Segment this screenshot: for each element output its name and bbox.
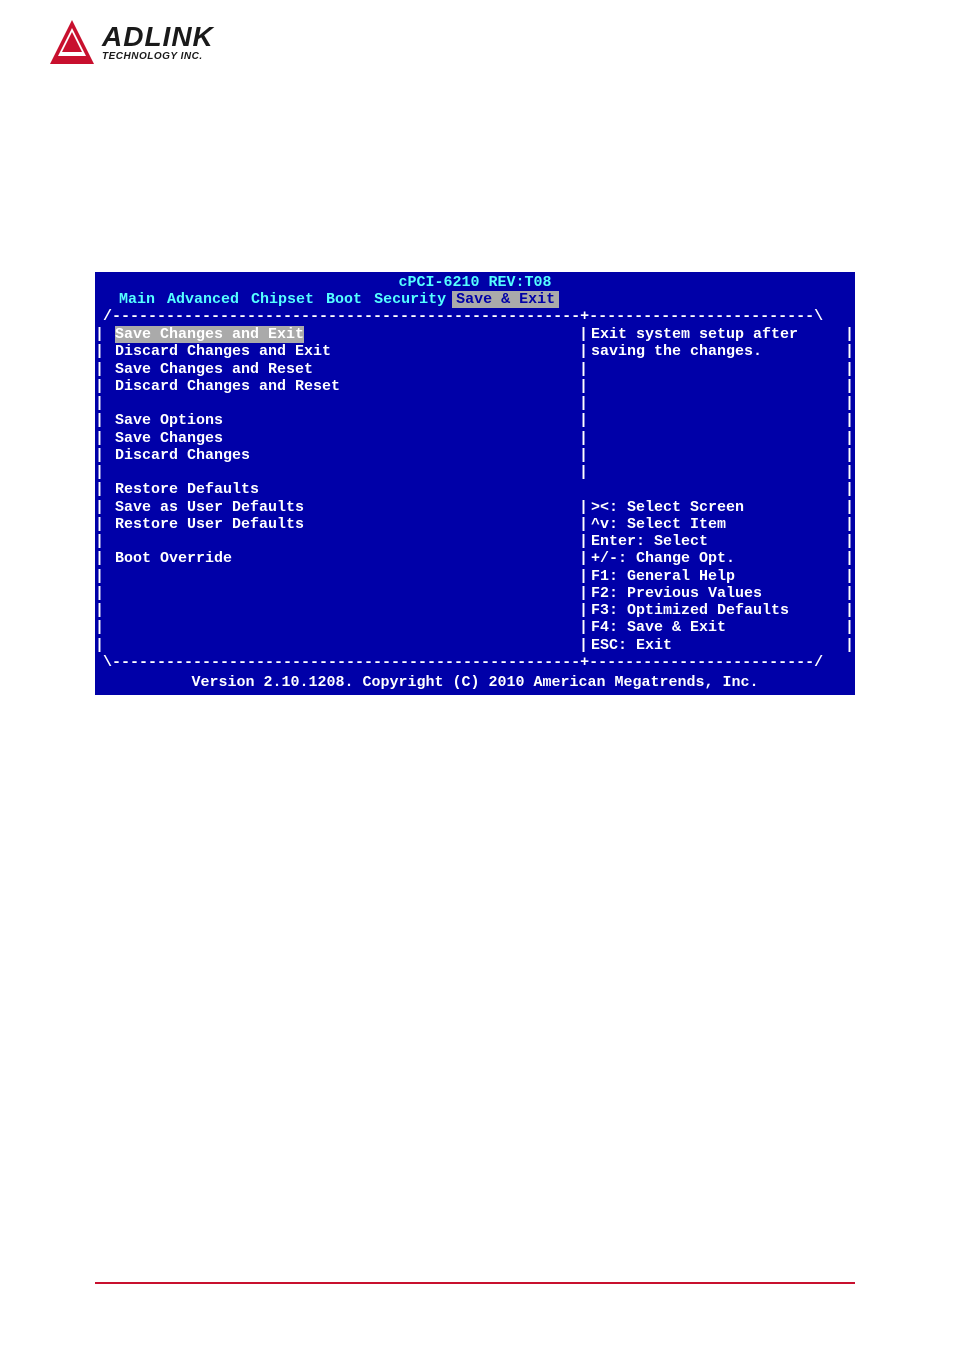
option-save-user-defaults[interactable]: Save as User Defaults	[115, 499, 304, 516]
bios-footer: Version 2.10.1208. Copyright (C) 2010 Am…	[95, 672, 855, 695]
option-discard-changes[interactable]: Discard Changes	[115, 447, 250, 464]
hint-general-help: F1: General Help	[591, 568, 735, 585]
adlink-logo: ADLINK TECHNOLOGY INC.	[50, 20, 214, 64]
option-save-changes[interactable]: Save Changes	[115, 430, 223, 447]
option-save-changes-reset[interactable]: Save Changes and Reset	[115, 361, 313, 378]
tab-save-exit[interactable]: Save & Exit	[452, 291, 559, 308]
hint-esc-exit: ESC: Exit	[591, 637, 672, 654]
tab-advanced[interactable]: Advanced	[161, 291, 245, 308]
hint-optimized-defaults: F3: Optimized Defaults	[591, 602, 789, 619]
help-line-2: saving the changes.	[591, 343, 762, 360]
page-footer-line	[95, 1282, 855, 1284]
option-discard-changes-reset[interactable]: Discard Changes and Reset	[115, 378, 340, 395]
hint-select-screen: ><: Select Screen	[591, 499, 744, 516]
logo-text: ADLINK TECHNOLOGY INC.	[102, 23, 214, 62]
tab-boot[interactable]: Boot	[320, 291, 368, 308]
logo-main-text: ADLINK	[102, 23, 214, 51]
hint-change-opt: +/-: Change Opt.	[591, 550, 735, 567]
option-discard-changes-exit[interactable]: Discard Changes and Exit	[115, 343, 331, 360]
hint-previous-values: F2: Previous Values	[591, 585, 762, 602]
bios-title: cPCI-6210 REV:T08	[95, 272, 855, 291]
hint-enter-select: Enter: Select	[591, 533, 708, 550]
logo-triangle-icon	[50, 20, 94, 64]
bottom-border: \---------------------------------------…	[95, 654, 855, 672]
tab-chipset[interactable]: Chipset	[245, 291, 320, 308]
option-restore-user-defaults[interactable]: Restore User Defaults	[115, 516, 304, 533]
tab-security[interactable]: Security	[368, 291, 452, 308]
option-restore-defaults[interactable]: Restore Defaults	[115, 481, 259, 498]
hint-select-item: ^v: Select Item	[591, 516, 726, 533]
tab-main[interactable]: Main	[113, 291, 161, 308]
help-line-1: Exit system setup after	[591, 326, 798, 343]
option-save-changes-exit[interactable]: Save Changes and Exit	[115, 326, 304, 343]
label-boot-override: Boot Override	[115, 550, 232, 567]
bios-setup-screen: cPCI-6210 REV:T08 Main Advanced Chipset …	[95, 272, 855, 695]
bios-menu-bar: Main Advanced Chipset Boot Security Save…	[95, 291, 855, 308]
top-border: /---------------------------------------…	[95, 308, 855, 326]
hint-save-exit: F4: Save & Exit	[591, 619, 726, 636]
logo-sub-text: TECHNOLOGY INC.	[102, 51, 214, 62]
label-save-options: Save Options	[115, 412, 223, 429]
